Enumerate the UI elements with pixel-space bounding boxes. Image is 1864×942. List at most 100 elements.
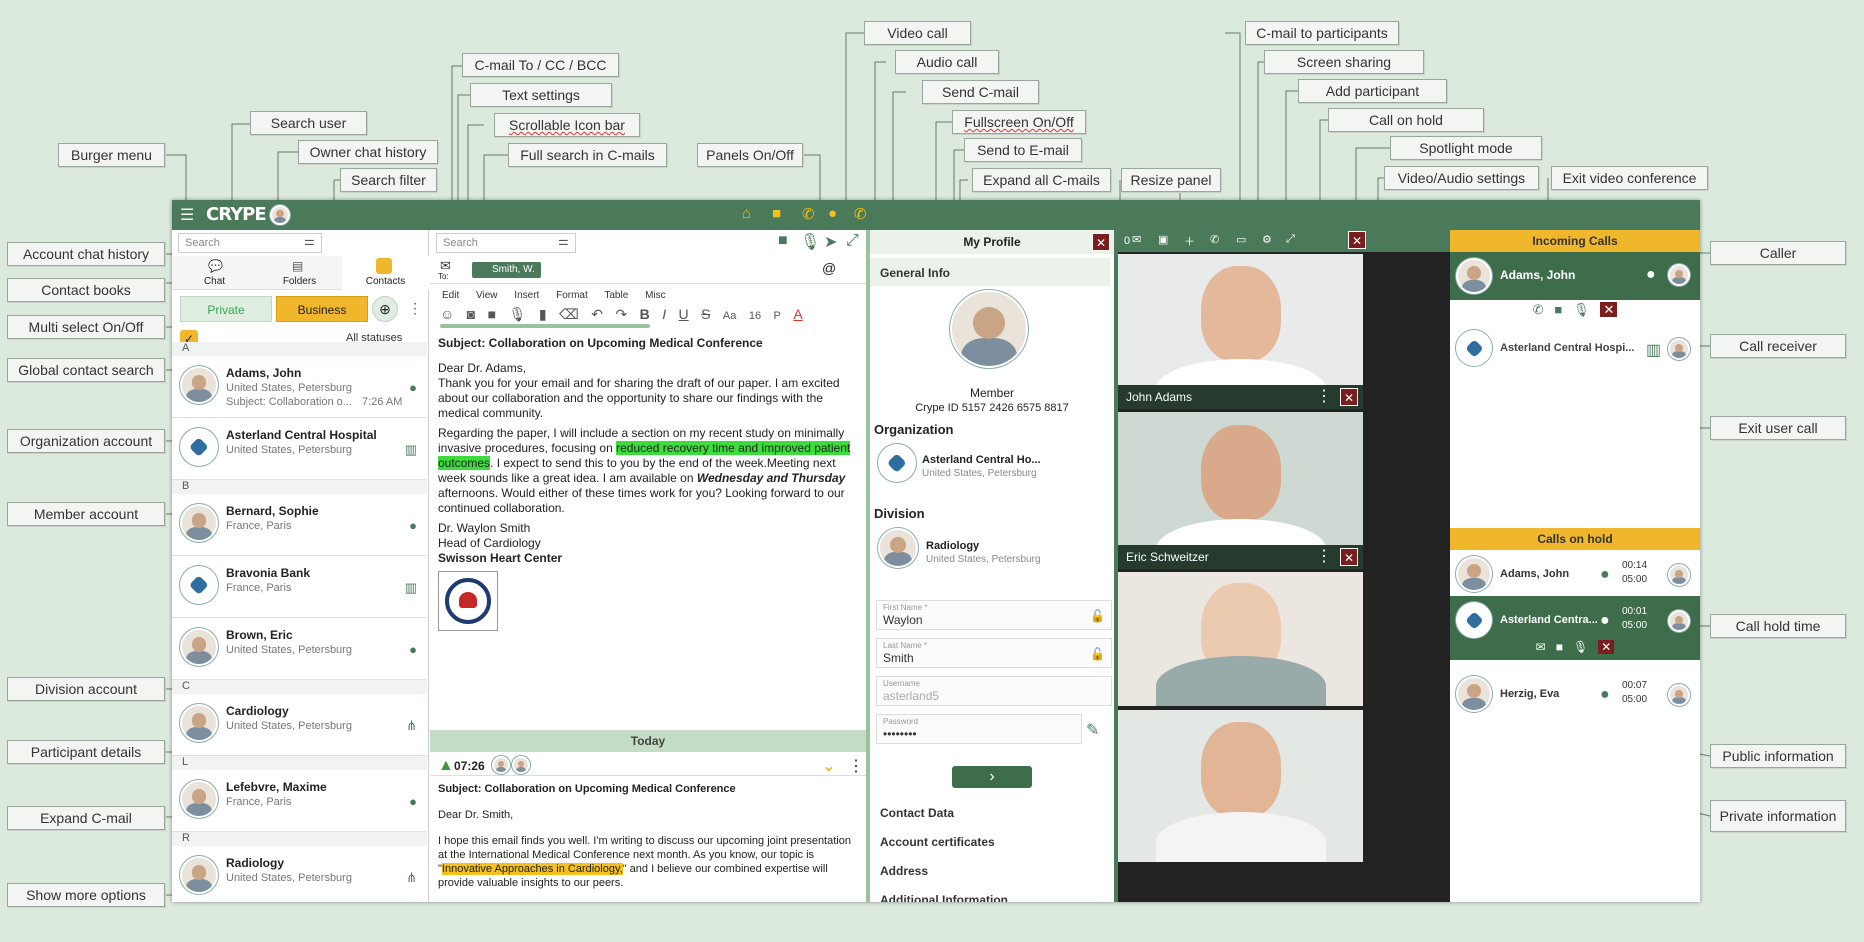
- search-user-input[interactable]: Search: [178, 233, 322, 253]
- submit-button[interactable]: ›: [952, 766, 1032, 788]
- menu-misc[interactable]: Misc: [645, 290, 666, 301]
- tile-more-icon[interactable]: ⋮: [1316, 546, 1332, 566]
- contact-row[interactable]: Brown, Eric United States, Petersburg ●: [172, 618, 427, 680]
- menu-table[interactable]: Table: [604, 290, 628, 301]
- close-profile-button[interactable]: ✕: [1092, 233, 1110, 251]
- menu-view[interactable]: View: [476, 290, 498, 301]
- sender-avatar[interactable]: [492, 756, 510, 774]
- decline-call-icon[interactable]: ✕: [1600, 302, 1618, 317]
- av-settings-icon[interactable]: ⚙: [1262, 233, 1272, 246]
- screen-share-icon[interactable]: ▣: [1158, 233, 1168, 246]
- spotlight-icon[interactable]: ▭: [1236, 233, 1246, 246]
- contact-row[interactable]: Asterland Central Hospital United States,…: [172, 418, 427, 480]
- mic-icon[interactable]: 🎙: [1573, 302, 1590, 317]
- profile-panel-icon[interactable]: ●: [828, 205, 837, 222]
- private-book-button[interactable]: Private: [180, 296, 272, 322]
- tile-more-icon[interactable]: ⋮: [1316, 386, 1332, 406]
- text-color-icon[interactable]: A: [793, 306, 802, 322]
- contact-row[interactable]: Bernard, Sophie France, Paris ●: [172, 494, 427, 556]
- last-name-field[interactable]: Last Name * Smith 🔓: [876, 638, 1112, 668]
- exit-user-call-button[interactable]: ✕: [1340, 548, 1358, 566]
- general-info-header[interactable]: General Info: [870, 258, 1110, 286]
- mic-icon[interactable]: 🎙: [1573, 640, 1588, 654]
- label-member-account: Member account: [7, 502, 165, 526]
- camera-icon[interactable]: ◙: [467, 306, 475, 322]
- more-options-icon[interactable]: ⋮: [408, 300, 422, 317]
- video-panel-icon[interactable]: ■: [772, 205, 781, 222]
- redo-icon[interactable]: ↷: [615, 306, 627, 322]
- participant-avatar[interactable]: [512, 756, 530, 774]
- global-search-icon[interactable]: ⊕: [372, 296, 398, 322]
- menu-edit[interactable]: Edit: [442, 290, 459, 301]
- cmail-history-body: Subject: Collaboration on Upcoming Medic…: [438, 782, 858, 890]
- business-book-button[interactable]: Business: [276, 296, 368, 322]
- contact-row[interactable]: Bravonia Bank France, Paris ▥: [172, 556, 427, 618]
- underline-icon[interactable]: U: [679, 306, 689, 322]
- profile-avatar[interactable]: [950, 290, 1028, 368]
- calls-panel-icon[interactable]: ✆: [854, 205, 867, 223]
- edit-password-icon[interactable]: ✎: [1086, 720, 1099, 740]
- contact-data-section[interactable]: Contact Data: [870, 798, 1110, 826]
- first-name-field[interactable]: First Name * Waylon 🔓: [876, 600, 1112, 630]
- address-section[interactable]: Address: [870, 856, 1110, 884]
- password-field[interactable]: Password ••••••••: [876, 714, 1082, 744]
- held-mini-avatar: [1668, 684, 1690, 706]
- search-filter-icon[interactable]: ⚌: [304, 234, 315, 248]
- emoji-icon[interactable]: ☺: [440, 306, 454, 322]
- audio-call-icon[interactable]: 🎙: [800, 232, 820, 252]
- undo-icon[interactable]: ↶: [591, 306, 603, 322]
- video-icon[interactable]: ■: [1556, 640, 1563, 654]
- italic-icon[interactable]: I: [662, 306, 666, 322]
- strike-icon[interactable]: S: [701, 306, 710, 322]
- menu-format[interactable]: Format: [556, 290, 588, 301]
- expand-cmail-icon[interactable]: ⌄: [822, 756, 835, 776]
- bold-icon[interactable]: B: [640, 306, 650, 322]
- phone-panel-icon[interactable]: ✆: [802, 205, 815, 223]
- contact-row[interactable]: Adams, John United States, Petersburg Subj…: [172, 356, 427, 418]
- owner-avatar[interactable]: [270, 205, 290, 225]
- paragraph-select[interactable]: P: [774, 310, 781, 322]
- menu-insert[interactable]: Insert: [514, 290, 539, 301]
- fullscreen-video-icon[interactable]: ⤢: [1286, 233, 1295, 246]
- contact-row[interactable]: Cardiology United States, Petersburg ⋔: [172, 694, 427, 756]
- end-hold-call-icon[interactable]: ✕: [1598, 640, 1615, 654]
- held-call-row[interactable]: Adams, John ● 00:14 05:00: [1450, 550, 1700, 598]
- hold-call-icon[interactable]: ✆: [1533, 302, 1544, 317]
- held-call-row[interactable]: Herzig, Eva ● 00:07 05:00: [1450, 670, 1700, 718]
- label-fullscreen: Fullscreen On/Off: [952, 110, 1086, 134]
- held-call-row[interactable]: Asterland Centra... ● 00:01 05:00: [1450, 596, 1700, 644]
- add-participant-icon[interactable]: ＋: [1184, 233, 1195, 249]
- fullscreen-icon[interactable]: ⤢: [846, 232, 859, 250]
- file-icon[interactable]: ▮: [539, 306, 547, 322]
- receiver-row[interactable]: Asterland Central Hospi... ▥: [1450, 324, 1700, 372]
- account-certificates-section[interactable]: Account certificates: [870, 827, 1110, 855]
- toolbar-scrollbar[interactable]: [440, 324, 650, 328]
- at-icon[interactable]: @: [822, 260, 836, 276]
- cmail-search-filter-icon[interactable]: ⚌: [558, 234, 569, 248]
- send-cmail-icon[interactable]: ➤: [824, 232, 837, 252]
- exit-video-conference-button[interactable]: ✕: [1348, 231, 1366, 249]
- caller-row[interactable]: Adams, John ●: [1450, 252, 1700, 300]
- cmail-participants-icon[interactable]: ✉: [1132, 233, 1141, 246]
- exit-user-call-button[interactable]: ✕: [1340, 388, 1358, 406]
- more-options-icon[interactable]: ⋮: [848, 756, 864, 776]
- label-scrollable-icon-bar: Scrollable Icon bar: [494, 113, 640, 137]
- video-icon[interactable]: ■: [1554, 302, 1562, 317]
- mail-icon[interactable]: ✉: [1536, 640, 1546, 654]
- contact-row[interactable]: Radiology United States, Petersburg ⋔: [172, 846, 427, 902]
- mic-icon[interactable]: 🎙: [509, 306, 527, 322]
- cmail-search-input[interactable]: Search: [436, 233, 576, 253]
- additional-information-section[interactable]: Additional Information: [870, 885, 1110, 902]
- home-icon[interactable]: ⌂: [742, 205, 751, 222]
- compose-body[interactable]: Subject: Collaboration on Upcoming Medic…: [438, 336, 858, 631]
- video-call-icon[interactable]: ■: [778, 232, 788, 250]
- eraser-icon[interactable]: ⌫: [559, 306, 579, 322]
- burger-menu-icon[interactable]: ☰: [180, 205, 194, 225]
- recipient-chip[interactable]: Smith, W.: [472, 262, 541, 278]
- font-icon[interactable]: Aa: [723, 310, 736, 322]
- contact-row[interactable]: Lefebvre, Maxime France, Paris ●: [172, 770, 427, 832]
- video-icon[interactable]: ■: [488, 306, 496, 322]
- hold-call-icon[interactable]: ✆: [1210, 233, 1219, 246]
- face: [1200, 722, 1281, 819]
- font-size-select[interactable]: 16: [749, 310, 761, 322]
